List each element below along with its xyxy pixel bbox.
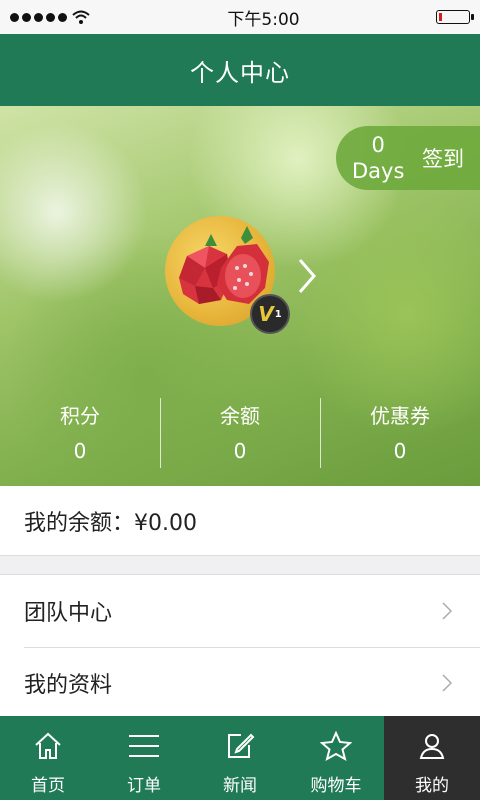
stat-value: 0	[233, 439, 247, 463]
list-icon	[129, 735, 159, 757]
star-icon	[320, 731, 352, 761]
tab-orders[interactable]: 订单	[96, 716, 192, 800]
bottom-tab-bar: 首页 订单 新闻 购物车 我的	[0, 716, 480, 800]
stat-label: 优惠券	[370, 404, 430, 428]
menu-item-team-center[interactable]: 团队中心	[0, 575, 480, 647]
tab-label: 购物车	[310, 776, 362, 796]
battery-icon	[436, 10, 474, 24]
menu-item-label: 我的资料	[24, 673, 113, 698]
signal-indicator	[10, 9, 91, 25]
balance-row: 我的余额：¥0.00	[0, 486, 480, 556]
edit-icon	[228, 733, 255, 758]
status-bar: 下午5:00	[0, 0, 480, 34]
stat-balance[interactable]: 余额 0	[160, 398, 320, 468]
user-icon	[419, 734, 445, 759]
wifi-icon	[72, 10, 90, 24]
home-icon	[35, 732, 61, 759]
tab-home[interactable]: 首页	[0, 716, 96, 800]
checkin-days-count: 0	[371, 133, 385, 157]
stat-label: 积分	[60, 404, 100, 428]
menu-item-label: 团队中心	[24, 601, 113, 626]
tab-mine[interactable]: 我的	[384, 716, 480, 800]
menu-item-my-profile[interactable]: 我的资料	[0, 647, 480, 719]
checkin-days: 0 Days	[352, 132, 404, 184]
page-title-bar: 个人中心	[0, 34, 480, 106]
checkin-button[interactable]: 0 Days 签到	[336, 126, 480, 190]
stat-label: 余额	[220, 404, 260, 428]
stat-points[interactable]: 积分 0	[0, 398, 160, 468]
avatar-container[interactable]: V1	[165, 216, 290, 334]
checkin-label: 签到	[422, 147, 464, 171]
tab-label: 我的	[415, 776, 449, 796]
chevron-right-icon[interactable]	[296, 256, 320, 296]
stat-value: 0	[393, 439, 407, 463]
vip-level-badge: V1	[250, 294, 290, 334]
balance-text: 我的余额：¥0.00	[24, 510, 197, 536]
status-time: 下午5:00	[227, 9, 300, 30]
tab-cart[interactable]: 购物车	[288, 716, 384, 800]
tab-label: 首页	[31, 776, 65, 796]
cellular-signal-icon	[10, 12, 67, 22]
tab-label: 订单	[127, 776, 161, 796]
tab-label: 新闻	[223, 776, 257, 796]
checkin-days-unit: Days	[352, 159, 405, 183]
stat-coupons[interactable]: 优惠券 0	[320, 398, 480, 468]
page-title: 个人中心	[190, 58, 290, 87]
menu-list: 团队中心 我的资料	[0, 574, 480, 719]
chevron-right-icon	[442, 602, 452, 620]
profile-hero: 0 Days 签到 V1 积分 0 余额 0 优惠券 0	[0, 106, 480, 486]
chevron-right-icon	[442, 674, 452, 692]
tab-news[interactable]: 新闻	[192, 716, 288, 800]
stats-row: 积分 0 余额 0 优惠券 0	[0, 398, 480, 468]
stat-value: 0	[73, 439, 87, 463]
